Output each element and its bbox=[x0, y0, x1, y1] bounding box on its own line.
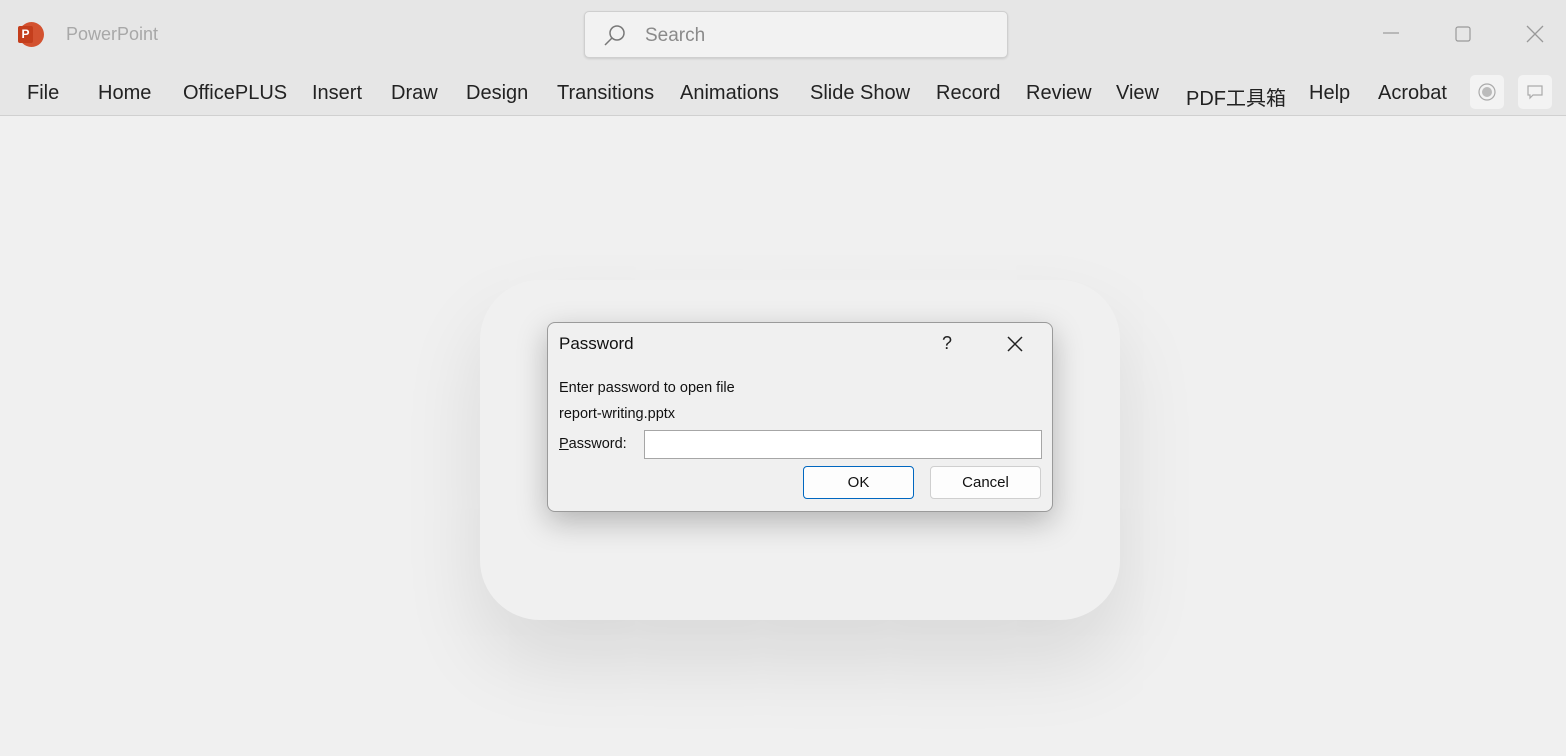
password-label: Password: bbox=[559, 436, 627, 452]
search-icon bbox=[604, 25, 625, 46]
dialog-close-button[interactable] bbox=[1006, 335, 1024, 358]
maximize-button[interactable] bbox=[1449, 20, 1477, 48]
dialog-title: Password bbox=[559, 334, 634, 353]
title-bar: P PowerPoint Search File Home OfficePLUS… bbox=[0, 0, 1566, 116]
comment-icon bbox=[1527, 85, 1543, 100]
dialog-filename: report-writing.pptx bbox=[559, 406, 676, 422]
tab-view[interactable]: View bbox=[1116, 82, 1159, 105]
record-button[interactable] bbox=[1470, 75, 1504, 109]
close-icon bbox=[1526, 25, 1544, 43]
help-button[interactable]: ? bbox=[942, 333, 952, 354]
tab-review[interactable]: Review bbox=[1026, 82, 1092, 105]
tab-help[interactable]: Help bbox=[1309, 82, 1350, 105]
tab-insert[interactable]: Insert bbox=[312, 82, 362, 105]
ok-button[interactable]: OK bbox=[803, 466, 914, 499]
search-box[interactable]: Search bbox=[584, 11, 1008, 58]
tab-slide-show[interactable]: Slide Show bbox=[810, 82, 910, 105]
tab-pdf-tools[interactable]: PDF工具箱 bbox=[1186, 82, 1286, 111]
tab-officeplus[interactable]: OfficePLUS bbox=[183, 82, 287, 105]
tab-home[interactable]: Home bbox=[98, 82, 151, 105]
comments-button[interactable] bbox=[1518, 75, 1552, 109]
dialog-message: Enter password to open file bbox=[559, 380, 735, 396]
close-icon bbox=[1007, 336, 1023, 352]
tab-transitions[interactable]: Transitions bbox=[557, 82, 654, 105]
search-placeholder: Search bbox=[645, 25, 706, 46]
minimize-button[interactable] bbox=[1377, 20, 1405, 48]
password-input[interactable] bbox=[644, 430, 1042, 459]
minimize-icon bbox=[1383, 32, 1399, 34]
tab-animations[interactable]: Animations bbox=[680, 82, 779, 105]
tab-design[interactable]: Design bbox=[466, 82, 528, 105]
app-name: PowerPoint bbox=[66, 24, 159, 44]
powerpoint-logo-icon: P bbox=[18, 22, 44, 47]
close-button[interactable] bbox=[1521, 20, 1549, 48]
cancel-button[interactable]: Cancel bbox=[930, 466, 1041, 499]
tab-file[interactable]: File bbox=[27, 82, 59, 105]
tab-acrobat[interactable]: Acrobat bbox=[1378, 82, 1447, 105]
maximize-icon bbox=[1455, 26, 1471, 42]
record-icon bbox=[1478, 83, 1496, 101]
tab-record[interactable]: Record bbox=[936, 82, 1000, 105]
password-dialog: Password ? Enter password to open file r… bbox=[547, 322, 1053, 512]
tab-draw[interactable]: Draw bbox=[391, 82, 438, 105]
